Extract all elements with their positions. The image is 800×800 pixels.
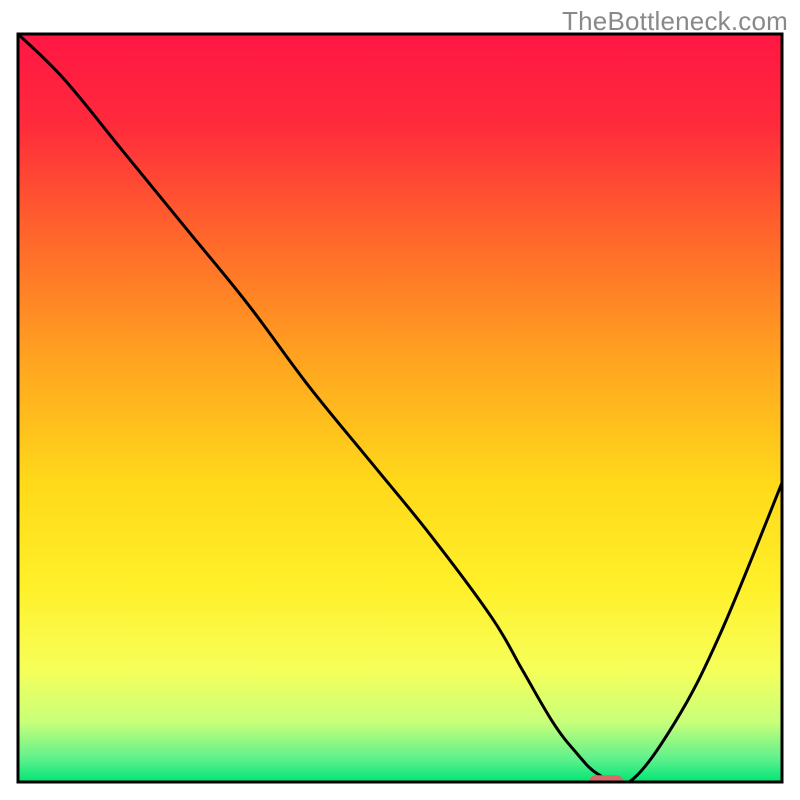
gradient-background <box>18 34 782 782</box>
chart-root: TheBottleneck.com <box>0 0 800 800</box>
bottleneck-chart <box>0 0 800 800</box>
watermark-text: TheBottleneck.com <box>562 6 788 37</box>
